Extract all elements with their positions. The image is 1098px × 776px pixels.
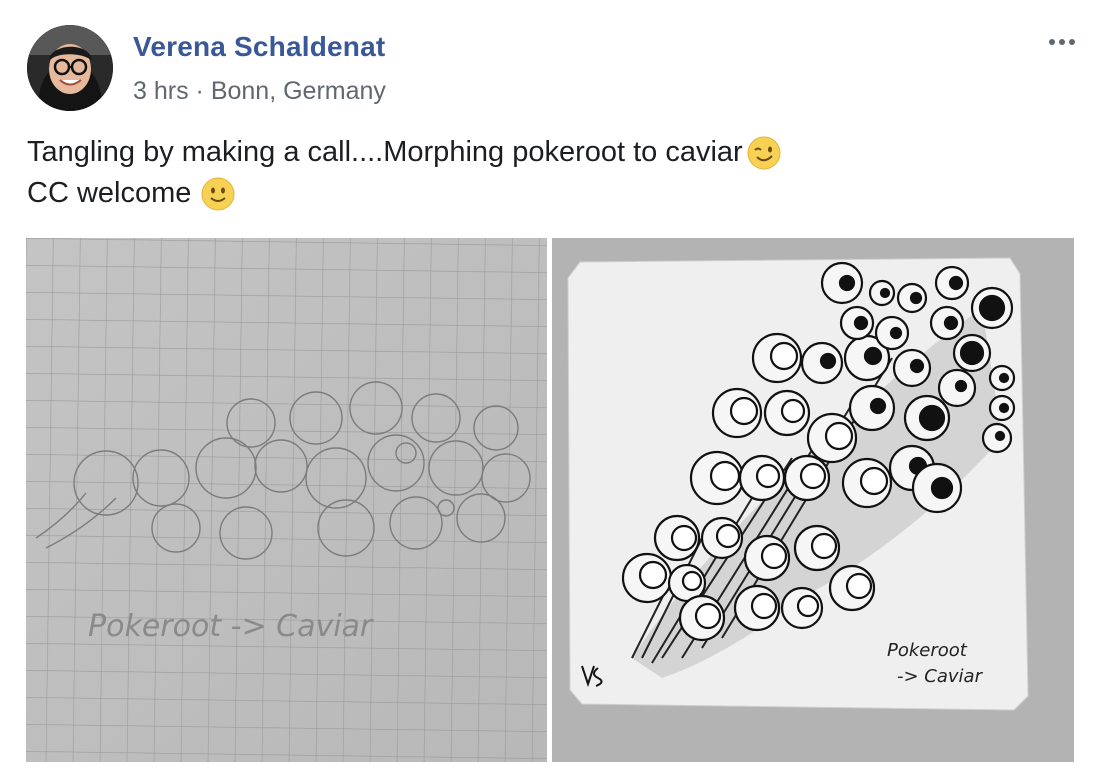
feed-post: Verena Schaldenat 3 hrs · Bonn, Germany … [0, 0, 1098, 776]
author-name-link[interactable]: Verena Schaldenat [133, 31, 385, 63]
post-meta: 3 hrs · Bonn, Germany [133, 77, 386, 106]
post-timestamp-link[interactable]: 3 hrs [133, 77, 189, 105]
tile-image: Pokeroot -> Caviar [552, 238, 1074, 762]
sketch-caption: Pokeroot -> Caviar [88, 609, 374, 644]
more-options-icon [1059, 39, 1065, 45]
post-text-line: Tangling by making a call....Morphing po… [27, 132, 1067, 173]
post-text-line2: CC welcome [27, 177, 192, 209]
tile-caption-line1: Pokeroot [887, 640, 968, 661]
post-text-line1: Tangling by making a call....Morphing po… [27, 136, 743, 168]
post-photo-sketch[interactable]: Pokeroot -> Caviar [26, 238, 547, 762]
post-text-line: CC welcome [27, 173, 1067, 214]
winking-face-icon [747, 136, 781, 169]
more-options-icon [1049, 39, 1055, 45]
avatar-image [27, 25, 113, 111]
post-photo-tile[interactable]: Pokeroot -> Caviar [552, 238, 1074, 762]
post-text: Tangling by making a call....Morphing po… [27, 132, 1067, 214]
sketch-image: Pokeroot -> Caviar [26, 238, 547, 762]
more-options-icon [1069, 39, 1075, 45]
post-location-link[interactable]: Bonn, Germany [211, 77, 386, 105]
slightly-smiling-face-icon [201, 177, 235, 210]
tile-caption-line2: -> Caviar [897, 666, 984, 687]
meta-separator: · [195, 77, 204, 105]
more-options-button[interactable] [1040, 28, 1084, 56]
avatar[interactable] [27, 25, 113, 111]
